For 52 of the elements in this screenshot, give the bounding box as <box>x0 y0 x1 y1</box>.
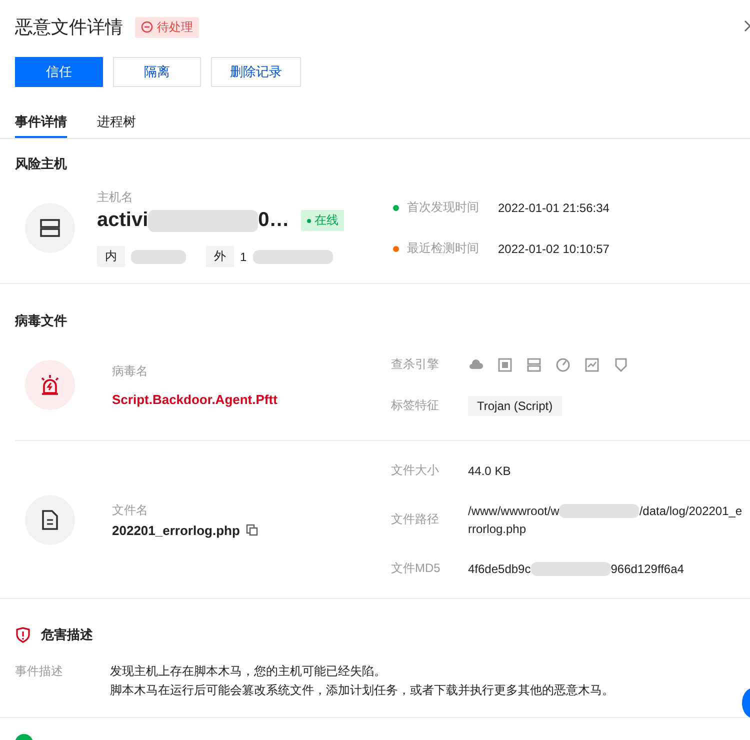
document-icon <box>25 494 75 544</box>
action-button[interactable]: 隔离 <box>113 57 201 87</box>
time-label: 最近检测时间 <box>407 240 479 257</box>
action-button[interactable]: 删除记录 <box>211 57 301 87</box>
section-heading: 风险主机 <box>15 155 67 173</box>
section-heading: 病毒文件 <box>15 312 67 330</box>
section-heading: 危害描述 <box>41 626 93 644</box>
field-label: 事件描述 <box>15 663 64 680</box>
host-name: activi <box>97 209 148 232</box>
dialog-title: 恶意文件详情 <box>15 16 123 39</box>
field-label: 标签特征 <box>391 397 440 414</box>
server-icon <box>526 356 542 372</box>
field-label: 查杀引擎 <box>391 356 440 373</box>
ip-address: 1 <box>240 250 247 264</box>
host-name: 0… <box>258 209 290 232</box>
field-value: rrorlog.php <box>468 520 528 538</box>
alarm-icon <box>25 360 75 410</box>
status-label: 待处理 <box>157 18 193 36</box>
field-label: 病毒名 <box>112 363 149 380</box>
blurred-text <box>131 250 186 264</box>
time-value: 2022-01-02 10:10:57 <box>498 242 610 256</box>
field-label: 文件大小 <box>391 462 440 479</box>
field-value: /data/log/202201_e <box>639 504 742 518</box>
gauge-icon <box>555 356 571 372</box>
tab[interactable]: 进程树 <box>97 113 136 138</box>
minus-circle-icon <box>141 21 153 33</box>
tab[interactable]: 事件详情 <box>15 113 67 138</box>
warning-shield-icon <box>15 627 31 643</box>
online-badge: 在线 <box>301 210 344 231</box>
copy-icon[interactable] <box>246 524 258 536</box>
field-label: 文件路径 <box>391 511 440 528</box>
field-label: 文件名 <box>112 502 149 518</box>
time-label: 首次发现时间 <box>407 199 479 216</box>
field-value: /www/wwwroot/w <box>468 504 560 518</box>
tag: Trojan (Script) <box>468 396 562 416</box>
server-icon <box>25 203 75 253</box>
chip-icon <box>497 356 513 372</box>
shield-icon <box>613 356 629 372</box>
field-value: 966d129ff6a4 <box>610 562 684 576</box>
virus-name: Script.Backdoor.Agent.Pftt <box>112 392 278 407</box>
description-text: 脚本木马在运行后可能会篡改系统文件，添加计划任务，或者下载并执行更多其他的恶意木马。 <box>110 682 615 699</box>
time-value: 2022-01-01 21:56:34 <box>498 200 610 214</box>
ip-label: 内 <box>97 246 125 267</box>
field-label: 主机名 <box>97 189 134 206</box>
field-value: 44.0 KB <box>468 464 511 478</box>
field-label: 文件MD5 <box>391 560 442 577</box>
file-name: 202201_errorlog.php <box>112 522 240 538</box>
description-text: 发现主机上存在脚本木马，您的主机可能已经失陷。 <box>110 663 387 680</box>
action-button[interactable]: 信任 <box>15 57 103 87</box>
field-value: 4f6de5db9c <box>468 562 531 576</box>
chart-icon <box>584 356 600 372</box>
ip-label: 外 <box>206 246 234 267</box>
